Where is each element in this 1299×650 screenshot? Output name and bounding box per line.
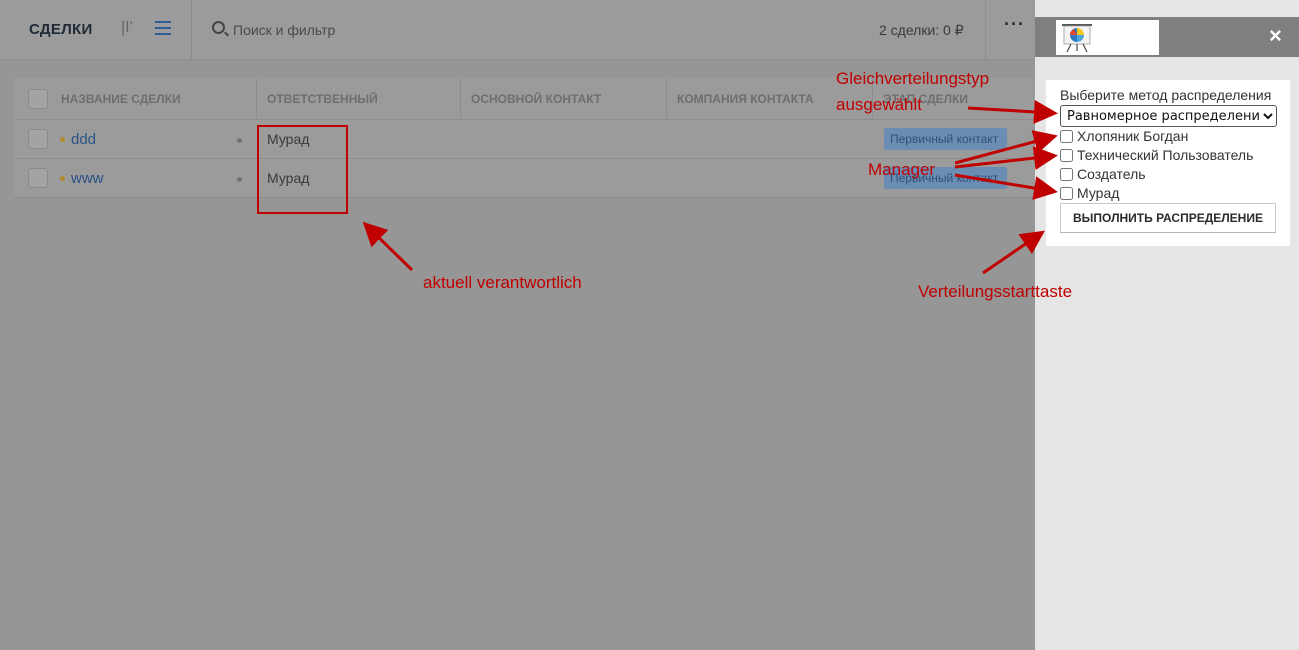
manager-label: Мурад — [1077, 185, 1120, 201]
manager-checkbox[interactable] — [1060, 167, 1073, 181]
table-row[interactable]: ddd Мурад Первичный контакт — [14, 120, 1035, 159]
page-title: СДЕЛКИ — [29, 21, 93, 38]
arrow-to-run-button — [982, 230, 1045, 275]
top-bar: СДЕЛКИ |I' 2 сделки: 0 ₽ ··· — [0, 0, 1035, 60]
manager-option[interactable]: Создатель — [1060, 165, 1146, 183]
annotation-start-button: Verteilungsstarttaste — [918, 282, 1073, 301]
presentation-chart-icon — [1062, 24, 1092, 53]
arrow-to-responsible — [362, 221, 414, 272]
manager-label: Создатель — [1077, 166, 1146, 182]
row-indicator-dot — [237, 177, 242, 182]
stage-badge[interactable]: Первичный контакт — [884, 128, 1007, 150]
deals-summary: 2 сделки: 0 ₽ — [879, 22, 964, 38]
header-divider — [985, 0, 986, 60]
header-divider — [191, 0, 192, 60]
method-label: Выберите метод распределения — [1060, 87, 1272, 103]
annotation-type-line1: Gleichverteilungstyp — [836, 69, 990, 88]
pipeline-view-icon[interactable]: |I' — [121, 19, 133, 37]
row-indicator-dot — [237, 138, 242, 143]
search-icon — [212, 21, 225, 34]
widget-logo — [1056, 20, 1159, 55]
row-status-dot — [60, 176, 65, 181]
manager-label: Хлопяник Богдан — [1077, 128, 1189, 144]
list-view-icon[interactable] — [155, 21, 171, 35]
manager-checkbox[interactable] — [1060, 129, 1073, 143]
panel-header: × — [1035, 17, 1299, 57]
manager-option[interactable]: Мурад — [1060, 184, 1119, 202]
annotation-type-line2: ausgewählt — [836, 95, 923, 114]
column-header-responsible[interactable]: ОТВЕТСТВЕННЫЙ — [257, 78, 461, 120]
responsible-highlight-box — [257, 125, 348, 214]
deal-name-link[interactable]: www — [71, 170, 104, 187]
row-status-dot — [60, 137, 65, 142]
manager-checkbox[interactable] — [1060, 186, 1073, 200]
manager-option[interactable]: Технический Пользователь — [1060, 146, 1253, 164]
deal-name-link[interactable]: ddd — [71, 131, 96, 148]
column-header-name[interactable]: НАЗВАНИЕ СДЕЛКИ — [51, 78, 257, 120]
manager-option[interactable]: Хлопяник Богдан — [1060, 127, 1188, 145]
manager-checkbox[interactable] — [1060, 148, 1073, 162]
close-icon[interactable]: × — [1269, 23, 1282, 49]
column-header-main-contact[interactable]: ОСНОВНОЙ КОНТАКТ — [461, 78, 667, 120]
more-options-button[interactable]: ··· — [1004, 14, 1025, 35]
distribution-widget-panel: × Выберите метод распределения Равномерн… — [1035, 0, 1299, 650]
run-distribution-button[interactable]: ВЫПОЛНИТЬ РАСПРЕДЕЛЕНИЕ — [1060, 203, 1276, 233]
search-input[interactable] — [233, 20, 633, 40]
row-checkbox[interactable] — [28, 168, 48, 188]
annotation-managers: Manager — [868, 160, 936, 179]
select-all-checkbox[interactable] — [28, 89, 48, 109]
distribution-method-select[interactable]: Равномерное распределение — [1060, 105, 1277, 127]
annotation-current-responsible: aktuell verantwortlich — [423, 273, 582, 292]
manager-label: Технический Пользователь — [1077, 147, 1254, 163]
distribution-form: Выберите метод распределения Равномерное… — [1046, 80, 1290, 246]
row-checkbox[interactable] — [28, 129, 48, 149]
